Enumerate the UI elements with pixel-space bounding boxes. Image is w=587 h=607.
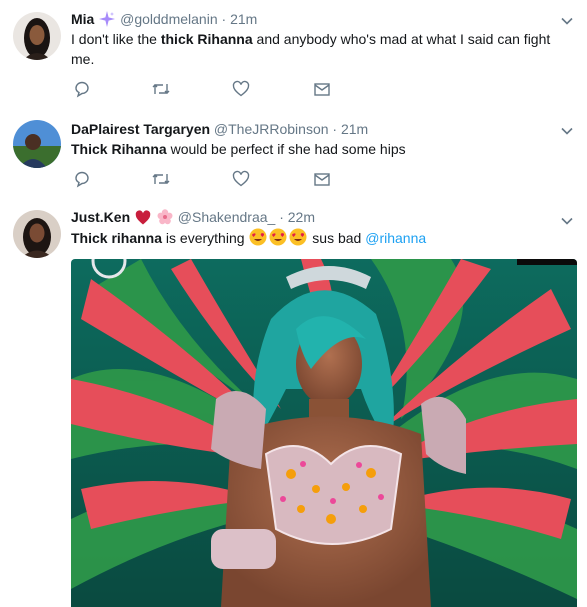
separator: ·: [279, 209, 284, 225]
carnival-photo: [71, 259, 577, 607]
timestamp[interactable]: 21m: [230, 11, 257, 27]
timestamp[interactable]: 22m: [288, 209, 315, 225]
heart-icon: [135, 210, 151, 229]
like-icon[interactable]: [232, 170, 252, 190]
tweet-header: Mia @golddmelanin · 21m: [71, 10, 257, 31]
reply-icon[interactable]: [73, 170, 93, 190]
display-name[interactable]: Mia: [71, 11, 94, 27]
reply-icon[interactable]: [73, 80, 93, 100]
chevron-down-icon[interactable]: [561, 214, 573, 226]
handle[interactable]: @TheJRRobinson: [214, 121, 329, 137]
display-name[interactable]: Just.Ken: [71, 209, 130, 225]
timestamp[interactable]: 21m: [341, 121, 368, 137]
avatar[interactable]: [13, 12, 61, 60]
retweet-icon[interactable]: [151, 80, 171, 100]
tweet-header: Just.Ken @Shakendraa_ · 22m: [71, 208, 315, 229]
tweet-text: Thick rihanna is everything sus bad @rih…: [71, 228, 561, 251]
chevron-down-icon[interactable]: [561, 14, 573, 26]
direct-message-icon[interactable]: [313, 80, 333, 100]
tweet-2[interactable]: DaPlairest Targaryen @TheJRRobinson · 21…: [0, 108, 587, 199]
tweet-1[interactable]: Mia @golddmelanin · 21m I don't like the…: [0, 0, 587, 109]
handle[interactable]: @golddmelanin: [120, 11, 218, 27]
tweet-actions: [71, 80, 371, 100]
separator: ·: [332, 121, 338, 137]
separator: ·: [221, 11, 227, 27]
chevron-down-icon[interactable]: [561, 124, 573, 136]
tweet-3[interactable]: Just.Ken @Shakendraa_ · 22m Thick rihann…: [0, 198, 587, 607]
like-icon[interactable]: [232, 80, 252, 100]
blossom-icon: [157, 209, 173, 229]
heart-eyes-face-icon: [269, 228, 287, 251]
retweet-icon[interactable]: [151, 170, 171, 190]
display-name[interactable]: DaPlairest Targaryen: [71, 121, 210, 137]
heart-eyes-face-icon: [289, 228, 307, 251]
tweet-text: I don't like the thick Rihanna and anybo…: [71, 31, 551, 67]
avatar[interactable]: [13, 120, 61, 168]
tweet-media-image[interactable]: [71, 259, 577, 607]
tweet-text: Thick Rihanna would be perfect if she ha…: [71, 141, 406, 157]
mention-link[interactable]: @rihanna: [365, 230, 426, 246]
handle[interactable]: @Shakendraa_: [178, 209, 276, 225]
tweet-header: DaPlairest Targaryen @TheJRRobinson · 21…: [71, 120, 368, 138]
avatar[interactable]: [13, 210, 61, 258]
sparkle-icon: [99, 11, 116, 31]
heart-eyes-face-icon: [249, 228, 267, 251]
direct-message-icon[interactable]: [313, 170, 333, 190]
tweet-actions: [71, 170, 371, 190]
